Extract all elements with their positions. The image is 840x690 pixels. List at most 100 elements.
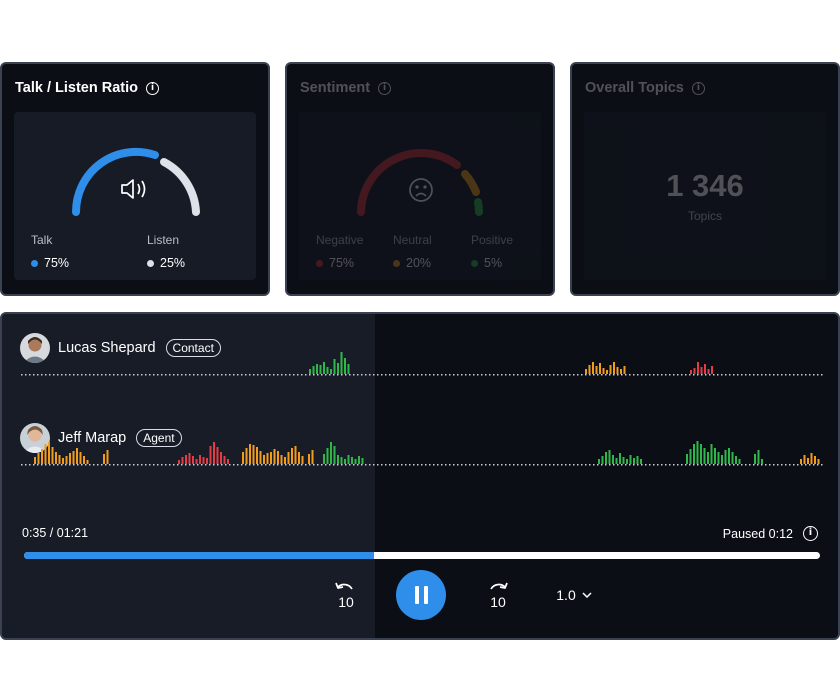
waveform-bar [34, 457, 36, 464]
baseline-dot [617, 374, 619, 376]
baseline-dot [729, 374, 731, 376]
baseline-dot [25, 374, 27, 376]
baseline-dot [593, 374, 595, 376]
baseline-dot [437, 464, 439, 466]
baseline-dot [265, 374, 267, 376]
baseline-dot [509, 464, 511, 466]
baseline-dot [661, 374, 663, 376]
forward-label: 10 [490, 594, 506, 610]
waveform-bar [76, 448, 78, 464]
baseline-dot [681, 374, 683, 376]
waveform-bar [754, 454, 756, 464]
baseline-dot [33, 464, 35, 466]
baseline-dot [477, 374, 479, 376]
baseline-dot [641, 374, 643, 376]
baseline-dot [237, 374, 239, 376]
baseline-dot [273, 374, 275, 376]
baseline-dot [53, 374, 55, 376]
baseline-dot [517, 374, 519, 376]
baseline-dot [697, 374, 699, 376]
neutral-dot [393, 259, 400, 267]
waveform-bar [48, 442, 50, 464]
baseline-dot [705, 464, 707, 466]
baseline-dot [57, 374, 59, 376]
waveform-bar [738, 459, 741, 464]
waveform-bar [326, 367, 329, 374]
baseline-dot [49, 374, 51, 376]
waveform-bar [185, 455, 187, 464]
baseline-dot [805, 374, 807, 376]
baseline-dot [757, 464, 759, 466]
baseline-dot [629, 464, 631, 466]
baseline-dot [309, 374, 311, 376]
waveform-bar [83, 456, 85, 464]
baseline-dot [341, 464, 343, 466]
rewind-10-button[interactable]: 10 [328, 570, 362, 620]
baseline-dot [393, 464, 395, 466]
baseline-dot [585, 374, 587, 376]
waveform-bar [623, 366, 626, 374]
baseline-dot [585, 464, 587, 466]
waveform-bar [636, 456, 639, 464]
progress-bar[interactable] [24, 552, 820, 559]
baseline-dot [365, 464, 367, 466]
baseline-dot [205, 464, 207, 466]
rewind-label: 10 [338, 594, 354, 610]
waveform-bar [106, 450, 109, 464]
waveform-bar [707, 452, 709, 464]
forward-10-button[interactable]: 10 [481, 570, 515, 620]
waveform-bar [757, 450, 760, 464]
baseline-dot [373, 374, 375, 376]
baseline-dot [229, 374, 231, 376]
baseline-dot [117, 464, 119, 466]
baseline-dot [497, 374, 499, 376]
baseline-dot [773, 374, 775, 376]
baseline-dot [41, 374, 43, 376]
baseline-dot [545, 374, 547, 376]
topics-label: Topics [687, 209, 722, 223]
baseline-dot [605, 464, 607, 466]
waveform-bar [697, 362, 699, 374]
baseline-dot [405, 464, 407, 466]
baseline-dot [45, 464, 47, 466]
baseline-dot [701, 464, 703, 466]
baseline-dot [369, 464, 371, 466]
baseline-dot [681, 464, 683, 466]
baseline-dot [85, 374, 87, 376]
waveform-bar [202, 457, 205, 464]
info-icon[interactable]: i [691, 81, 705, 95]
waveform-bar [598, 459, 600, 464]
talk-listen-card: Talk / Listen Ratio i Talk 75% Listen 25… [0, 62, 270, 296]
baseline-dot [721, 374, 723, 376]
waveform-bar [609, 365, 612, 374]
baseline-dot [81, 464, 83, 466]
baseline-dot [149, 374, 151, 376]
baseline-dot [233, 464, 235, 466]
baseline-dot [673, 464, 675, 466]
baseline-dot [369, 374, 371, 376]
baseline-dot [101, 464, 103, 466]
baseline-dot [213, 464, 215, 466]
speed-select[interactable]: 1.0 [552, 570, 596, 620]
info-icon[interactable]: i [146, 81, 160, 95]
info-icon[interactable]: i [803, 526, 818, 541]
baseline-dot [133, 464, 135, 466]
baseline-dot [545, 464, 547, 466]
baseline-dot [725, 464, 727, 466]
baseline-dot [325, 464, 327, 466]
waveform-bar [711, 366, 713, 374]
waveform-bar [270, 452, 272, 464]
info-icon[interactable]: i [378, 81, 392, 95]
baseline-dot [297, 464, 299, 466]
baseline-dot [645, 464, 647, 466]
listen-dot [147, 259, 154, 267]
baseline-dot [441, 464, 443, 466]
listen-arc [160, 158, 200, 216]
baseline-dot [797, 464, 799, 466]
waveform-bar [690, 370, 692, 374]
baseline-dot [577, 374, 579, 376]
pause-button[interactable] [396, 570, 446, 620]
baseline-dot [73, 374, 75, 376]
waveform-bar [599, 363, 601, 374]
waveform-bar [605, 452, 607, 464]
